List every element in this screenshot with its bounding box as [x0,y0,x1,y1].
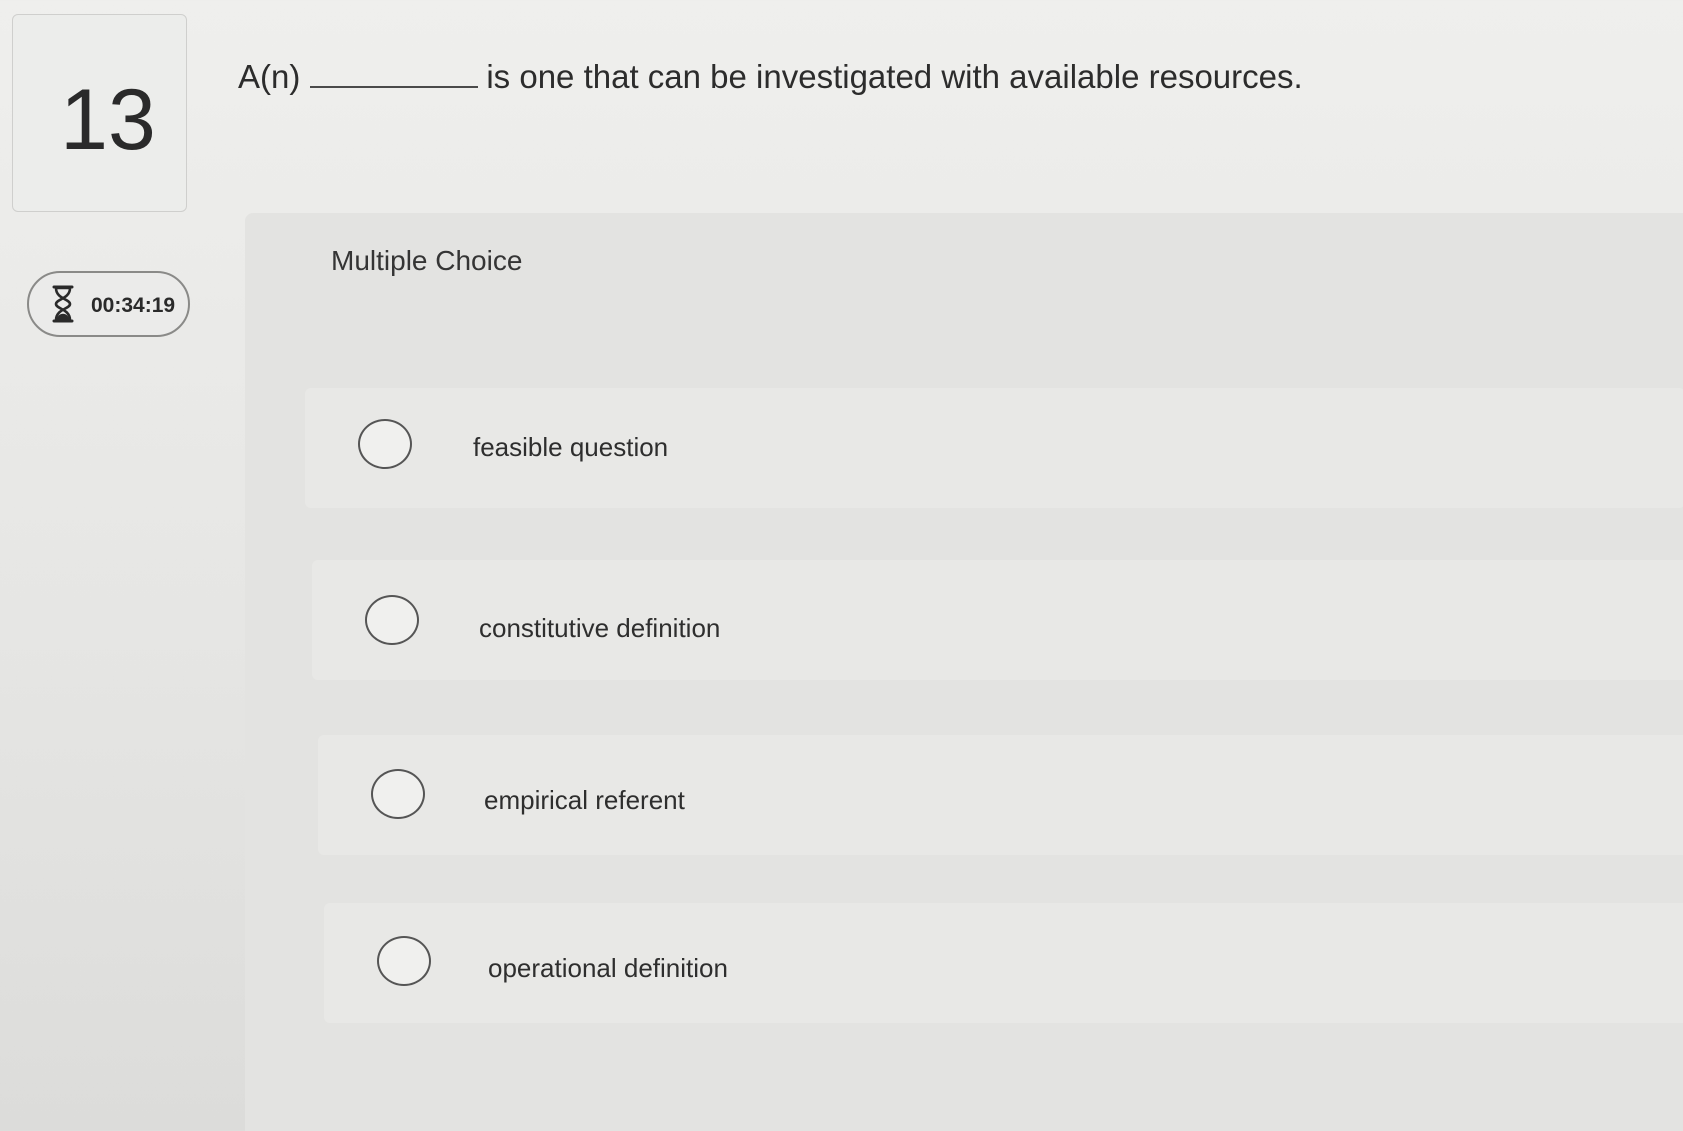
question-prefix: A(n) [238,58,301,95]
radio-button[interactable] [365,595,419,645]
question-text: A(n) is one that can be investigated with… [238,58,1303,96]
option-label: operational definition [488,953,728,983]
question-type-label: Multiple Choice [331,245,523,276]
radio-button[interactable] [358,419,412,469]
option-label: constitutive definition [479,613,721,643]
timer-badge[interactable]: 00:34:19 [27,271,190,337]
option-label: feasible question [473,432,669,462]
option-4[interactable]: operational definition [324,903,1683,1023]
option-2[interactable]: constitutive definition [312,560,1683,680]
radio-button[interactable] [377,936,431,986]
timer-value: 00:34:19 [91,294,176,317]
option-label: empirical referent [484,785,685,815]
question-number: 13 [60,72,156,168]
answer-blank [310,62,479,88]
question-suffix: is one that can be investigated with ava… [486,58,1303,95]
question-number-box: 13 [12,14,187,212]
option-3[interactable]: empirical referent [318,735,1683,855]
radio-button[interactable] [371,769,425,819]
hourglass-icon [52,285,74,323]
option-1[interactable]: feasible question [305,388,1683,508]
